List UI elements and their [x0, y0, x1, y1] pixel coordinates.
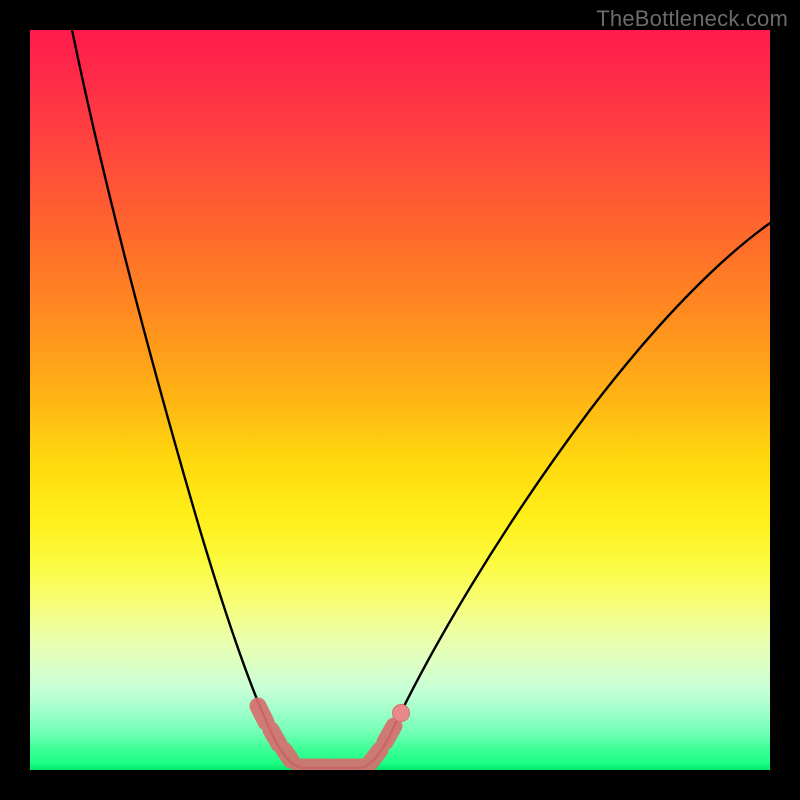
watermark-text: TheBottleneck.com: [596, 6, 788, 32]
plot-area: [30, 30, 770, 770]
bottleneck-curve: [68, 30, 770, 768]
chart-frame: TheBottleneck.com: [0, 0, 800, 800]
highlight-beads: [258, 706, 394, 767]
highlight-dot: [393, 705, 410, 722]
curve-layer: [30, 30, 770, 770]
